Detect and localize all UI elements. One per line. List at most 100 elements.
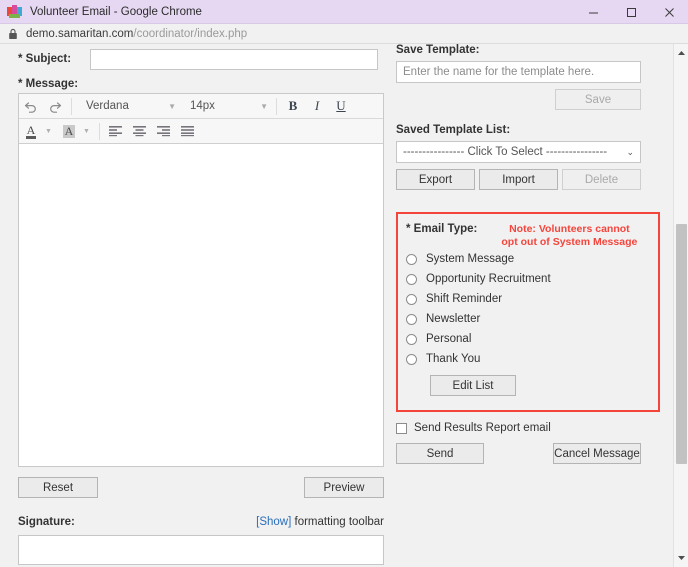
signature-input[interactable] xyxy=(18,535,384,565)
vertical-scrollbar[interactable] xyxy=(673,44,688,567)
message-body-input[interactable] xyxy=(19,144,383,466)
chevron-down-icon[interactable]: ▼ xyxy=(81,128,95,135)
template-name-input[interactable]: Enter the name for the template here. xyxy=(396,61,641,83)
editor-action-row: Reset Preview xyxy=(18,477,384,498)
edit-list-button[interactable]: Edit List xyxy=(430,375,516,396)
subject-input[interactable] xyxy=(90,48,378,70)
preview-button[interactable]: Preview xyxy=(304,477,384,498)
radio-option-opportunity-recruitment[interactable]: Opportunity Recruitment xyxy=(406,269,658,289)
signature-row: Signature: [Show] formatting toolbar xyxy=(18,516,384,528)
save-template-label: Save Template: xyxy=(396,44,480,56)
radio-label: Thank You xyxy=(426,353,481,365)
chevron-down-icon[interactable]: ▼ xyxy=(43,128,57,135)
email-type-note-line1: Note: Volunteers cannot xyxy=(509,223,630,235)
chevron-down-icon: ⌄ xyxy=(626,146,634,157)
send-results-report-label: Send Results Report email xyxy=(414,422,551,434)
radio-icon xyxy=(406,273,417,285)
send-results-report-row[interactable]: Send Results Report email xyxy=(396,422,664,434)
text-color-label: A xyxy=(25,122,37,139)
close-icon[interactable] xyxy=(650,0,688,24)
highlight-color-button[interactable]: A xyxy=(57,119,81,144)
italic-button[interactable]: I xyxy=(305,94,329,119)
email-type-note: Note: Volunteers cannot opt out of Syste… xyxy=(495,223,643,249)
undo-icon[interactable] xyxy=(19,94,43,119)
align-center-icon[interactable] xyxy=(128,119,152,144)
bold-label: B xyxy=(288,98,298,113)
subject-label: * Subject: xyxy=(18,53,72,65)
radio-icon xyxy=(406,313,417,325)
align-right-icon[interactable] xyxy=(152,119,176,144)
radio-option-shift-reminder[interactable]: Shift Reminder xyxy=(406,289,658,309)
chevron-down-icon: ▼ xyxy=(168,101,176,111)
scrollbar-thumb[interactable] xyxy=(676,224,687,464)
italic-label: I xyxy=(314,98,320,113)
radio-option-newsletter[interactable]: Newsletter xyxy=(406,309,658,329)
email-type-title: * Email Type: xyxy=(406,223,478,235)
radio-option-thank-you[interactable]: Thank You xyxy=(406,349,658,369)
send-action-row: Send Cancel Message xyxy=(396,443,641,464)
compose-column: * Subject: * Message: Verdana ▼ 14px ▼ B… xyxy=(0,44,392,565)
template-actions-row: Export Import Delete xyxy=(396,169,641,190)
lock-icon xyxy=(8,28,18,40)
saved-template-select[interactable]: ---------------- Click To Select -------… xyxy=(396,141,641,163)
redo-icon[interactable] xyxy=(43,94,67,119)
reset-button[interactable]: Reset xyxy=(18,477,98,498)
radio-option-system-message[interactable]: System Message xyxy=(406,249,658,269)
window-controls xyxy=(574,0,688,24)
page-content: * Subject: * Message: Verdana ▼ 14px ▼ B… xyxy=(0,44,688,567)
editor-toolbar-row-2: A ▼ A ▼ xyxy=(19,119,383,144)
export-button[interactable]: Export xyxy=(396,169,475,190)
chevron-down-icon: ▼ xyxy=(260,101,268,111)
browser-window: Volunteer Email - Google Chrome demo.sam… xyxy=(0,0,688,567)
highlight-color-label: A xyxy=(62,123,76,138)
show-formatting-suffix: formatting toolbar xyxy=(291,516,385,528)
scroll-down-icon[interactable] xyxy=(674,551,688,565)
radio-icon xyxy=(406,293,417,305)
bold-button[interactable]: B xyxy=(281,94,305,119)
message-editor: Verdana ▼ 14px ▼ B I U A ▼ A ▼ xyxy=(18,93,384,467)
radio-option-personal[interactable]: Personal xyxy=(406,329,658,349)
radio-icon xyxy=(406,253,417,265)
text-color-button[interactable]: A xyxy=(19,119,43,144)
checkbox-icon xyxy=(396,422,407,434)
editor-toolbar-row-1: Verdana ▼ 14px ▼ B I U xyxy=(19,94,383,119)
align-left-icon[interactable] xyxy=(104,119,128,144)
underline-button[interactable]: U xyxy=(329,94,353,119)
toolbar-separator xyxy=(98,122,100,140)
maximize-icon[interactable] xyxy=(612,0,650,24)
cancel-message-button[interactable]: Cancel Message xyxy=(553,443,641,464)
font-size-value: 14px xyxy=(190,100,215,112)
sidebar-column: Save Template: Enter the name for the te… xyxy=(396,44,664,464)
window-title: Volunteer Email - Google Chrome xyxy=(30,5,202,18)
edit-list-row: Edit List xyxy=(406,369,658,410)
import-button[interactable]: Import xyxy=(479,169,558,190)
radio-label: Opportunity Recruitment xyxy=(426,273,551,285)
address-host: demo.samaritan.com xyxy=(26,27,134,40)
subject-row: * Subject: xyxy=(0,46,392,72)
font-size-select[interactable]: 14px ▼ xyxy=(180,94,272,119)
radio-label: System Message xyxy=(426,253,515,265)
address-text: demo.samaritan.com/coordinator/index.php xyxy=(26,28,247,40)
font-family-value: Verdana xyxy=(86,100,129,112)
font-family-select[interactable]: Verdana ▼ xyxy=(76,94,180,119)
save-template-button[interactable]: Save xyxy=(555,89,641,110)
radio-icon xyxy=(406,333,417,345)
title-bar: Volunteer Email - Google Chrome xyxy=(0,0,688,24)
minimize-icon[interactable] xyxy=(574,0,612,24)
delete-button[interactable]: Delete xyxy=(562,169,641,190)
address-path: /coordinator/index.php xyxy=(133,27,248,40)
show-formatting-toolbar-link[interactable]: [Show] xyxy=(256,516,291,528)
scroll-up-icon[interactable] xyxy=(674,46,688,60)
radio-label: Shift Reminder xyxy=(426,293,503,305)
address-bar[interactable]: demo.samaritan.com/coordinator/index.php xyxy=(0,24,688,44)
saved-template-selected-value: ---------------- Click To Select -------… xyxy=(403,146,608,158)
radio-label: Newsletter xyxy=(426,313,481,325)
send-button[interactable]: Send xyxy=(396,443,484,464)
align-justify-icon[interactable] xyxy=(176,119,200,144)
radio-icon xyxy=(406,353,417,365)
saved-template-list-label: Saved Template List: xyxy=(396,124,511,136)
signature-toggle: [Show] formatting toolbar xyxy=(256,516,384,528)
signature-label: Signature: xyxy=(18,516,75,528)
toolbar-separator xyxy=(71,97,72,115)
save-template-row: Save xyxy=(396,89,641,110)
